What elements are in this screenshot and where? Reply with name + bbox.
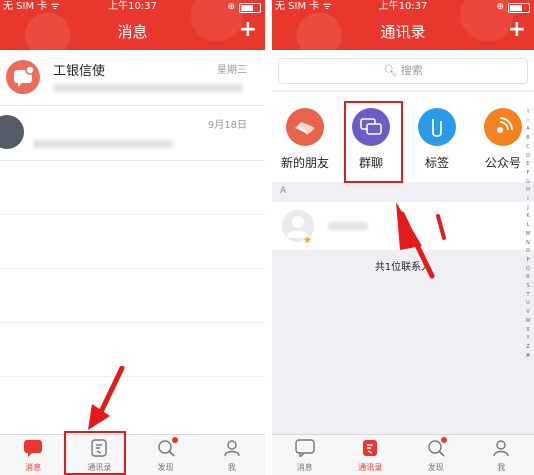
add-button[interactable]: +: [239, 18, 257, 42]
tab-bar: 消息 通讯录 发现 我: [0, 434, 265, 475]
function-label: 标签: [424, 156, 449, 170]
broadcast-icon: [484, 108, 522, 146]
notification-dot: [171, 437, 178, 443]
status-bar: 无 SIM 卡 ᯤ 上午10:37 ⊕: [272, 0, 534, 14]
tab-label: 发现: [157, 463, 174, 472]
tab-label: 发现: [427, 463, 444, 472]
divider: [0, 214, 265, 215]
clock: 上午10:37: [378, 1, 428, 12]
divider: [0, 376, 265, 377]
search-placeholder: 搜索: [400, 64, 423, 77]
tab-discover[interactable]: 发现: [133, 435, 199, 475]
function-label: 新的朋友: [280, 156, 329, 170]
message-preview-blurred: [33, 140, 173, 148]
divider: [0, 322, 265, 323]
section-header: A: [280, 186, 287, 196]
contacts-book-icon: [363, 440, 378, 456]
header: 无 SIM 卡 ᯤ 上午10:37 ⊕ 通讯录 +: [272, 0, 534, 50]
message-preview-blurred: [53, 84, 243, 92]
tab-label: 我: [497, 463, 506, 472]
messages-screen: 无 SIM 卡 ᯤ 上午10:37 ⊕ 消息 + 工银信使 星期三 9月18日: [0, 0, 265, 475]
search-input[interactable]: 🔍︎ 搜索: [278, 58, 528, 84]
add-contact-button[interactable]: +: [508, 18, 526, 42]
contacts-screen: 无 SIM 卡 ᯤ 上午10:37 ⊕ 通讯录 + 🔍︎ 搜索 新的朋友 群聊 …: [272, 0, 534, 475]
message-time: 星期三: [217, 65, 247, 76]
clock: 上午10:37: [108, 1, 157, 12]
header: 无 SIM 卡 ᯤ 上午10:37 ⊕ 消息 +: [0, 0, 265, 50]
highlight-box: [344, 101, 403, 183]
message-row[interactable]: 9月18日: [0, 106, 265, 161]
chat-icon: [24, 440, 43, 457]
bank-messenger-avatar: [6, 60, 40, 94]
pointer-arrow: [88, 366, 125, 430]
function-shortcuts: 新的朋友 群聊 标签 公众号: [272, 92, 534, 183]
tab-me[interactable]: 我: [469, 435, 534, 475]
status-bar: 无 SIM 卡 ᯤ 上午10:37 ⊕: [0, 0, 265, 14]
tab-label: 消息: [296, 463, 313, 472]
page-title: 消息: [117, 23, 148, 41]
tab-contacts[interactable]: 通讯录: [338, 435, 404, 475]
new-friends-button[interactable]: 新的朋友: [272, 92, 338, 182]
rotation-lock-icon: ⊕: [496, 2, 504, 12]
contact-name-blurred: [328, 222, 368, 230]
pointer-arrow: [396, 202, 446, 279]
message-row[interactable]: 工银信使 星期三: [0, 51, 265, 106]
tags-button[interactable]: 标签: [404, 92, 470, 182]
handshake-icon: [286, 108, 324, 146]
alphabet-index[interactable]: ↑ ☆ A BCD EFG HIJ KLM NOP QRS TUV WXY Z #: [524, 108, 532, 360]
search-icon: 🔍︎: [383, 64, 398, 77]
star-badge-icon: ★: [303, 235, 312, 246]
tab-messages[interactable]: 消息: [0, 435, 66, 475]
tab-messages[interactable]: 消息: [272, 435, 338, 475]
person-icon: [493, 440, 509, 457]
highlight-box: [64, 431, 126, 475]
rotation-lock-icon: ⊕: [227, 2, 235, 12]
chat-icon: [295, 439, 315, 457]
page-title: 通讯录: [380, 23, 426, 41]
battery-icon: [239, 3, 261, 13]
tab-bar: 消息 通讯录 发现 我: [272, 434, 534, 475]
person-icon: [224, 440, 240, 457]
tag-clip-icon: [418, 108, 456, 146]
tab-discover[interactable]: 发现: [403, 435, 469, 475]
message-icon: [14, 65, 35, 87]
message-sender: 工银信使: [53, 64, 106, 79]
notification-dot: [441, 437, 447, 443]
battery-icon: [508, 3, 530, 13]
panel-divider: [265, 0, 272, 475]
tab-label: 通讯录: [358, 463, 383, 472]
tab-label: 我: [227, 463, 236, 472]
tab-label: 消息: [25, 463, 42, 472]
contact-avatar: [0, 115, 24, 149]
tab-me[interactable]: 我: [199, 435, 265, 475]
message-time: 9月18日: [207, 120, 247, 131]
divider: [0, 268, 265, 269]
